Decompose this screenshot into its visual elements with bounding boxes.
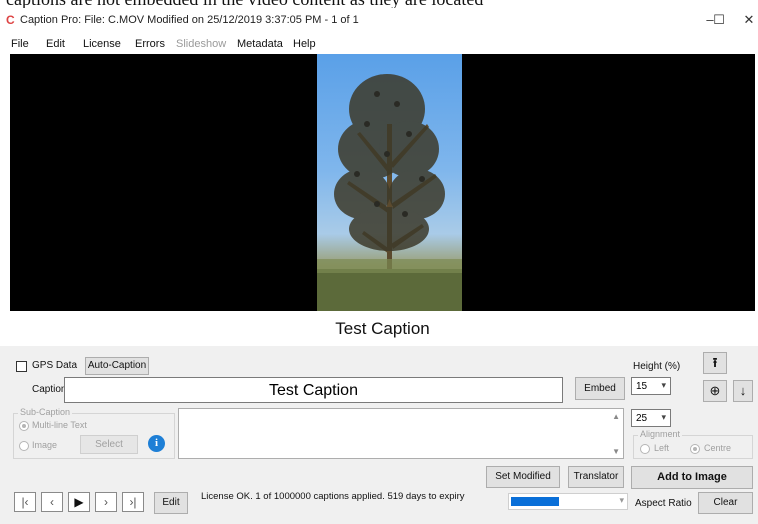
align-centre-label: Centre	[704, 443, 732, 453]
move-down-icon[interactable]: ↓	[733, 380, 753, 402]
edit-button[interactable]: Edit	[154, 492, 188, 514]
first-icon[interactable]: |‹	[14, 492, 36, 512]
scroll-up-icon[interactable]: ▲	[612, 412, 620, 421]
image-radio[interactable]	[19, 441, 29, 451]
scroll-down-icon[interactable]: ▼	[612, 447, 620, 456]
height-select[interactable]: 15 ▾	[631, 377, 671, 395]
menu-file[interactable]: File	[11, 38, 29, 50]
caption-preview-text: Test Caption	[335, 319, 430, 338]
align-centre-radio[interactable]	[690, 444, 700, 454]
previous-icon[interactable]: ‹	[41, 492, 63, 512]
chevron-down-icon: ▾	[661, 412, 666, 422]
progress-select[interactable]: ▾	[508, 493, 628, 510]
chevron-down-icon: ▾	[661, 380, 666, 390]
close-button[interactable]: ✕	[734, 9, 758, 31]
info-icon[interactable]: i	[148, 435, 165, 452]
move-top-icon[interactable]: ⭱	[703, 352, 727, 374]
multiline-radio[interactable]	[19, 421, 29, 431]
maximize-button[interactable]: ☐	[704, 9, 734, 31]
tree-image	[317, 74, 462, 311]
caption-input[interactable]: Test Caption	[64, 377, 563, 403]
embed-button[interactable]: Embed	[575, 377, 625, 400]
caption-input-value: Test Caption	[269, 382, 358, 399]
progress-fill	[511, 497, 559, 506]
status-text: License OK. 1 of 1000000 captions applie…	[201, 491, 465, 502]
select-button[interactable]: Select	[80, 435, 138, 454]
caption-label: Caption	[32, 384, 67, 395]
multiline-label: Multi-line Text	[32, 420, 87, 430]
menu-errors[interactable]: Errors	[135, 38, 165, 50]
menu-edit[interactable]: Edit	[46, 38, 65, 50]
subcaption-height-value: 25	[636, 413, 648, 424]
menu-metadata[interactable]: Metadata	[237, 38, 283, 50]
clear-button[interactable]: Clear	[698, 492, 753, 514]
align-left-label: Left	[654, 443, 670, 453]
window-title: Caption Pro: File: C.MOV Modified on 25/…	[20, 14, 359, 26]
menu-license[interactable]: License	[83, 38, 121, 50]
caption-preview: Test Caption	[10, 311, 755, 345]
add-circle-icon[interactable]: ⊕	[703, 380, 727, 402]
last-icon[interactable]: ›|	[122, 492, 144, 512]
gps-data-label: GPS Data	[32, 360, 78, 371]
menu-slideshow[interactable]: Slideshow	[176, 38, 226, 50]
menu-help[interactable]: Help	[293, 38, 316, 50]
aspect-ratio-label: Aspect Ratio	[635, 498, 692, 509]
menu-bar: File Edit License Errors Slideshow Metad…	[0, 35, 758, 55]
gps-data-checkbox[interactable]	[16, 361, 27, 372]
add-to-image-button[interactable]: Add to Image	[631, 466, 753, 489]
height-select-value: 15	[636, 381, 648, 392]
height-label: Height (%)	[633, 361, 681, 372]
alignment-group-title: Alignment	[638, 429, 683, 439]
play-icon[interactable]: ▶	[68, 492, 90, 512]
video-preview	[10, 54, 755, 311]
align-left-radio[interactable]	[640, 444, 650, 454]
subcaption-textarea[interactable]: ▲ ▼	[178, 408, 624, 459]
article-text-strip: captions are not embedded in the video c…	[0, 0, 758, 8]
video-frame-image	[317, 54, 462, 311]
subcaption-group-title: Sub-Caption	[18, 407, 73, 417]
image-label: Image	[32, 440, 58, 450]
auto-caption-button[interactable]: Auto-Caption	[85, 357, 149, 375]
chevron-down-icon: ▾	[619, 495, 624, 505]
subcaption-height-select[interactable]: 25 ▾	[631, 409, 671, 427]
app-icon: C	[6, 13, 15, 27]
next-icon[interactable]: ›	[95, 492, 117, 512]
set-modified-button[interactable]: Set Modified	[486, 466, 560, 488]
translator-button[interactable]: Translator	[568, 466, 624, 488]
